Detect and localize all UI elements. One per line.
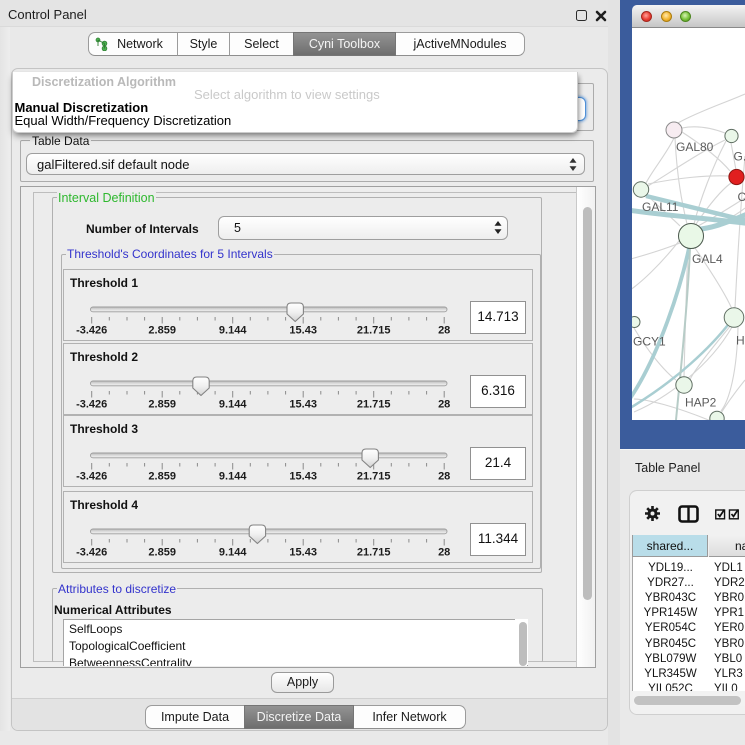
svg-text:21.715: 21.715 (357, 470, 391, 482)
svg-text:15.43: 15.43 (289, 324, 317, 336)
svg-text:G.: G. (734, 150, 745, 164)
svg-text:H: H (736, 334, 745, 348)
svg-text:28: 28 (438, 324, 450, 336)
svg-text:9.144: 9.144 (219, 547, 247, 559)
svg-text:2.859: 2.859 (148, 324, 176, 336)
svg-text:-3.426: -3.426 (76, 470, 107, 482)
svg-text:28: 28 (438, 470, 450, 482)
svg-text:9.144: 9.144 (219, 324, 247, 336)
svg-text:2.859: 2.859 (148, 470, 176, 482)
svg-text:28: 28 (438, 398, 450, 410)
svg-text:C: C (738, 190, 745, 204)
svg-text:15.43: 15.43 (289, 470, 317, 482)
svg-text:GCY1: GCY1 (633, 335, 666, 349)
svg-text:9.144: 9.144 (219, 470, 247, 482)
svg-text:9.144: 9.144 (219, 398, 247, 410)
svg-text:2.859: 2.859 (148, 547, 176, 559)
svg-text:GAL80: GAL80 (676, 140, 714, 154)
svg-text:21.715: 21.715 (357, 324, 391, 336)
svg-text:GAL11: GAL11 (642, 200, 679, 214)
svg-text:21.715: 21.715 (357, 547, 391, 559)
svg-text:-3.426: -3.426 (76, 547, 107, 559)
svg-text:15.43: 15.43 (289, 398, 317, 410)
svg-text:21.715: 21.715 (357, 398, 391, 410)
svg-text:15.43: 15.43 (289, 547, 317, 559)
svg-text:-3.426: -3.426 (76, 324, 107, 336)
svg-text:2.859: 2.859 (148, 398, 176, 410)
svg-text:GAL4: GAL4 (692, 252, 723, 266)
svg-text:HAP2: HAP2 (685, 396, 717, 410)
svg-text:28: 28 (438, 547, 450, 559)
svg-text:-3.426: -3.426 (76, 398, 107, 410)
